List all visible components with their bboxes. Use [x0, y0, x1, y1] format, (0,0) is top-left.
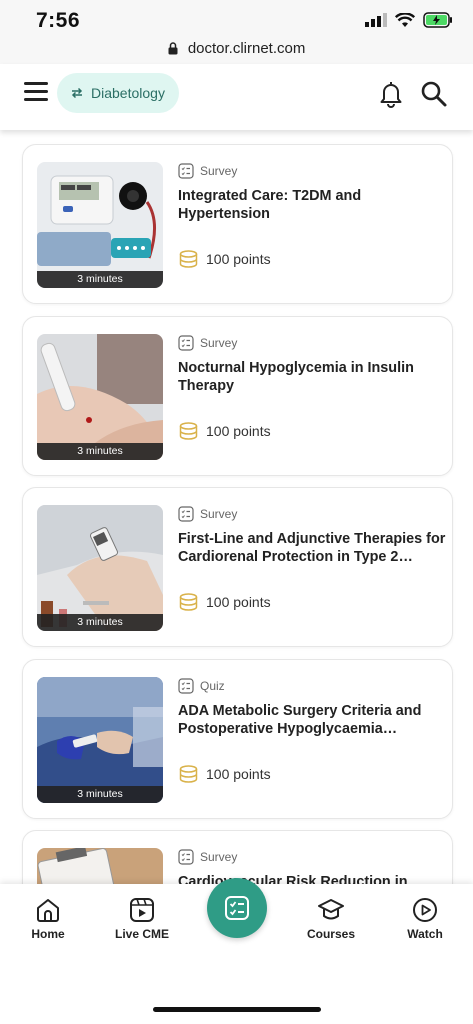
coins-icon [179, 593, 198, 611]
play-circle-icon [413, 898, 437, 922]
home-icon [37, 899, 59, 922]
nav-watch-label: Watch [407, 927, 443, 941]
points-label: 100 points [206, 765, 271, 782]
nav-live-cme-label: Live CME [114, 927, 169, 941]
points-row: 100 points [179, 764, 271, 783]
status-bar: 7:56 [0, 0, 473, 40]
content-type-label: Survey [200, 335, 238, 350]
bottom-navigation: Home Live CME Courses Watch [0, 878, 473, 1024]
live-video-icon [130, 898, 154, 922]
duration-label: 3 minutes [37, 271, 163, 288]
nav-courses-label: Courses [306, 927, 356, 941]
nav-courses[interactable]: Courses [291, 897, 371, 941]
points-label: 100 points [206, 422, 271, 439]
nav-live-cme[interactable]: Live CME [102, 897, 182, 941]
content-type-label: Survey [200, 507, 238, 521]
hamburger-icon [24, 82, 48, 85]
nav-watch[interactable]: Watch [385, 897, 465, 941]
nav-home[interactable]: Home [8, 897, 88, 941]
content-type: Survey [178, 334, 238, 351]
coins-icon [179, 250, 198, 268]
notifications-button[interactable] [379, 80, 403, 113]
signal-icon [365, 13, 387, 27]
points-label: 100 points [206, 251, 271, 267]
card-title: Nocturnal Hypoglycemia in Insulin Therap… [178, 359, 414, 394]
hamburger-line [24, 90, 48, 93]
content-type-label: Survey [200, 850, 238, 864]
survey-icon [178, 334, 194, 351]
survey-icon [225, 896, 249, 920]
content-card[interactable]: 3 minutes Survey Nocturnal Hypoglycemia … [22, 315, 453, 476]
points-row: 100 points [179, 593, 271, 611]
quiz-icon [178, 677, 194, 694]
wifi-icon [395, 12, 415, 27]
specialty-label: Diabetology [91, 85, 165, 101]
hamburger-line [24, 98, 48, 101]
url-text: doctor.clirnet.com [187, 40, 306, 57]
card-title: ADA Metabolic Surgery Criteria and Posto… [178, 702, 422, 737]
swap-icon [71, 87, 83, 99]
duration-label: 3 minutes [37, 785, 163, 803]
content-type: Survey [178, 506, 237, 522]
clock: 7:56 [36, 9, 81, 32]
status-icons [365, 12, 453, 28]
coins-icon [179, 764, 198, 783]
content-card[interactable]: 3 minutes Survey First-Line and Adjuncti… [22, 487, 453, 647]
home-indicator[interactable] [153, 1007, 321, 1012]
card-title: First-Line and Adjunctive Therapies for … [178, 531, 446, 565]
content-type-label: Quiz [200, 678, 225, 693]
card-thumbnail: 3 minutes [37, 333, 163, 460]
specialty-switch-chip[interactable]: Diabetology [57, 73, 179, 113]
browser-url-bar[interactable]: doctor.clirnet.com [0, 40, 473, 64]
card-thumbnail: 3 minutes [37, 676, 163, 803]
content-feed: 3 minutes Survey Integrated Care: T2DM a… [22, 144, 453, 1002]
content-type-label: Survey [200, 164, 238, 178]
search-icon [421, 81, 447, 107]
menu-button[interactable] [24, 82, 48, 104]
graduation-cap-icon [318, 899, 344, 920]
search-button[interactable] [420, 80, 448, 113]
points-label: 100 points [206, 594, 271, 610]
app-header: Diabetology [0, 64, 473, 130]
content-type: Survey [178, 849, 237, 865]
lock-icon [168, 42, 178, 55]
points-row: 100 points [179, 421, 271, 440]
points-row: 100 points [179, 250, 271, 268]
glucometer-image [37, 505, 163, 631]
surgery-glucose-image [37, 676, 163, 803]
coins-icon [179, 421, 198, 440]
blood-pressure-monitor-image [37, 162, 163, 288]
survey-icon [178, 163, 194, 179]
survey-icon [178, 506, 194, 522]
nav-home-label: Home [31, 927, 65, 941]
battery-charging-icon [423, 12, 452, 28]
content-card[interactable]: 3 minutes Quiz ADA Metabolic Surgery Cri… [22, 658, 453, 819]
bell-icon [380, 82, 402, 108]
content-type: Quiz [178, 677, 225, 694]
duration-label: 3 minutes [37, 442, 163, 460]
survey-icon [178, 849, 194, 865]
glucose-test-image [37, 333, 163, 460]
card-title: Integrated Care: T2DM and Hypertension [178, 188, 362, 222]
duration-label: 3 minutes [37, 614, 163, 631]
card-thumbnail: 3 minutes [37, 505, 163, 631]
content-card[interactable]: 3 minutes Survey Integrated Care: T2DM a… [22, 144, 453, 304]
survey-quiz-fab[interactable] [207, 878, 267, 938]
content-type: Survey [178, 163, 237, 179]
card-thumbnail: 3 minutes [37, 162, 163, 288]
